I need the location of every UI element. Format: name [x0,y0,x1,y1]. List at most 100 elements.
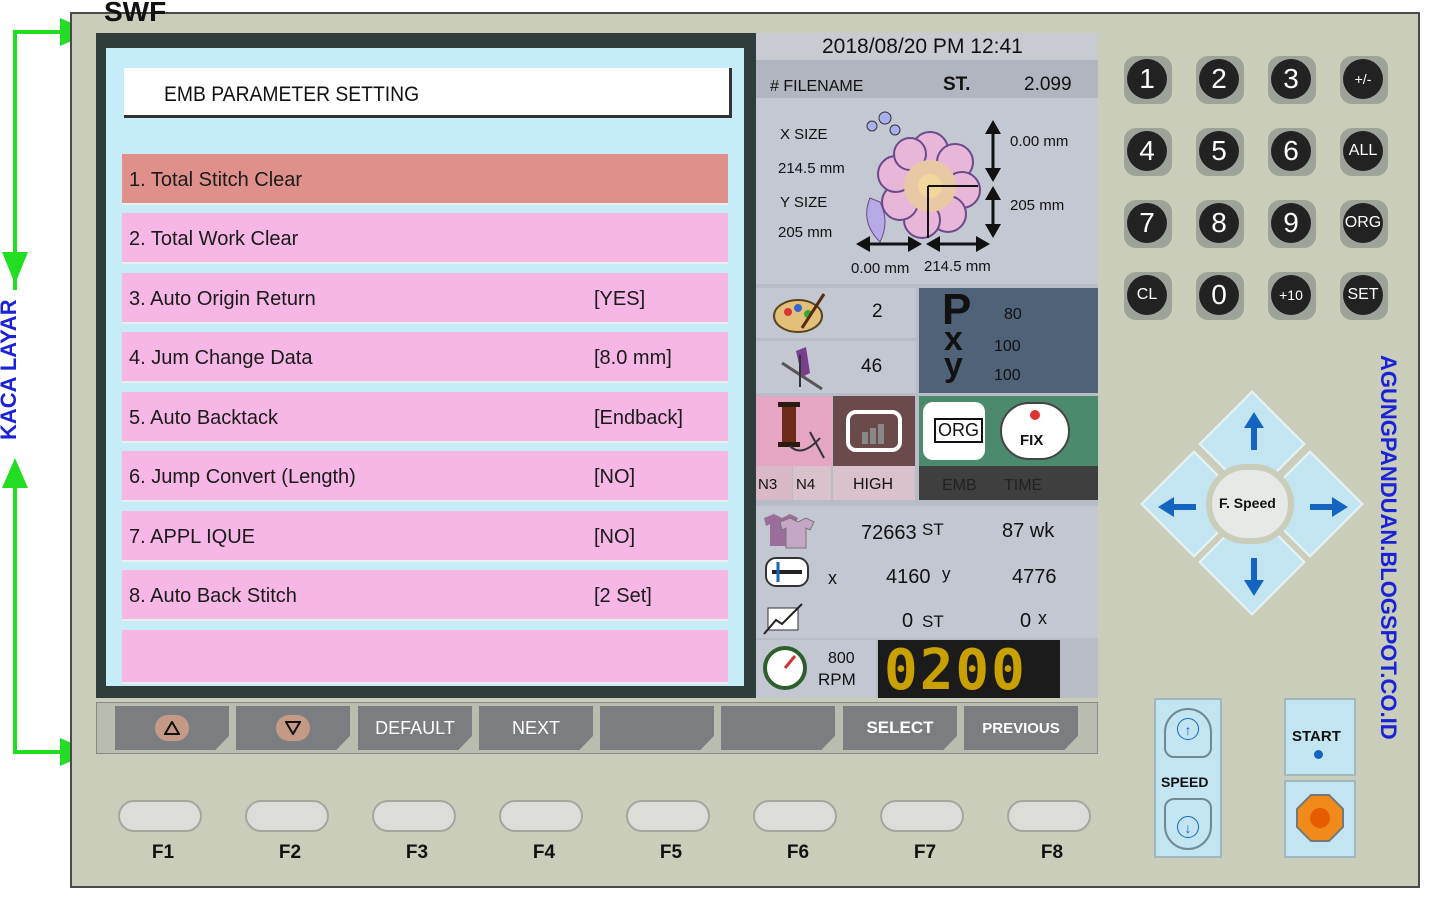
arrow-up-icon [1244,412,1264,450]
needle-count: 46 [861,356,883,377]
fix-label: FIX [1020,432,1044,449]
softkey-down[interactable] [236,706,350,750]
row-label: 8. Auto Back Stitch [129,585,297,607]
y-unit: y [942,564,951,583]
speed-up-icon: ↑ [1177,718,1199,740]
menu-row-total-work-clear[interactable]: 2. Total Work Clear [122,213,728,264]
softkey-blank-2[interactable] [721,706,835,750]
dim-bottom-right: 214.5 mm [924,258,991,275]
key-all[interactable]: ALL [1340,128,1388,176]
y-value: 100 [994,367,1021,384]
softkey-blank-1[interactable] [600,706,714,750]
fspeed-label: F. Speed [1219,495,1276,511]
current-stitch-unit: ST [922,612,944,631]
softkey-default[interactable]: DEFAULT [358,706,472,750]
key-set-label: SET [1343,275,1383,315]
key-3[interactable]: 3 [1268,56,1316,104]
f2-button[interactable] [245,800,329,832]
key-plus-minus-label: +/- [1343,59,1383,99]
emb-label: EMB [942,477,977,494]
key-org[interactable]: ORG [1340,200,1388,248]
menu-row-auto-origin-return[interactable]: 3. Auto Origin Return [YES] [122,273,728,324]
softkey-next[interactable]: NEXT [479,706,593,750]
f1-button[interactable] [118,800,202,832]
f5-button[interactable] [626,800,710,832]
total-stitch: 72663 [861,522,917,544]
total-stitch-unit: ST [922,520,944,539]
arrow-left-icon [1158,497,1196,517]
key-7-label: 7 [1127,203,1167,243]
menu-row-jump-convert[interactable]: 6. Jump Convert (Length) [NO] [122,451,728,502]
x-value: 100 [994,338,1021,355]
f6-label: F6 [786,842,810,863]
high-label: HIGH [853,476,893,493]
row-label: 7. APPL IQUE [129,526,255,548]
row-label: 1. Total Stitch Clear [129,169,303,191]
menu-row-total-stitch-clear[interactable]: 1. Total Stitch Clear [122,154,728,205]
x-size-value: 214.5 mm [778,160,845,177]
row-label: 6. Jump Convert (Length) [129,466,356,488]
datetime: 2018/08/20 PM 12:41 [822,35,1023,58]
rpm-label: RPM [818,670,856,689]
f4-button[interactable] [499,800,583,832]
key-5[interactable]: 5 [1196,128,1244,176]
key-plus-10[interactable]: +10 [1268,272,1316,320]
f1-label: F1 [151,842,175,863]
row-label: 2. Total Work Clear [129,228,299,250]
f7-button[interactable] [880,800,964,832]
y-size-value: 205 mm [778,224,833,241]
st-label: ST. [943,74,971,95]
f8-label: F8 [1040,842,1064,863]
arrow-down-icon [1244,558,1264,596]
row-label: 5. Auto Backtack [129,407,278,429]
filename-label: # FILENAME [770,78,864,95]
f6-button[interactable] [753,800,837,832]
key-2[interactable]: 2 [1196,56,1244,104]
menu-row-auto-back-stitch[interactable]: 8. Auto Back Stitch [2 Set] [122,570,728,621]
softkey-up[interactable] [115,706,229,750]
color-count: 2 [872,301,883,322]
org-label: ORG [934,418,984,443]
key-1[interactable]: 1 [1124,56,1172,104]
menu-row-empty[interactable] [122,630,728,684]
arrow-right-icon [1310,497,1348,517]
dim-bottom-left: 0.00 mm [851,260,910,277]
menu-row-applique[interactable]: 7. APPL IQUE [NO] [122,511,728,562]
annotation-blog-url: AGUNGPANDUAN.BLOGSPOT.CO.ID [1376,355,1401,740]
row-value: [Endback] [594,407,683,429]
key-6[interactable]: 6 [1268,128,1316,176]
key-set[interactable]: SET [1340,272,1388,320]
current-x: 0 [1020,610,1032,632]
counter-digits: 0200 [884,638,1027,703]
key-plus-minus[interactable]: +/- [1340,56,1388,104]
softkey-previous[interactable]: PREVIOUS [964,706,1078,750]
key-9[interactable]: 9 [1268,200,1316,248]
key-4[interactable]: 4 [1124,128,1172,176]
softkey-select[interactable]: SELECT [843,706,957,750]
current-x-unit: x [1038,608,1047,628]
stop-icon [1296,794,1344,842]
menu-row-auto-backtack[interactable]: 5. Auto Backtack [Endback] [122,392,728,443]
dim-mid-right: 205 mm [1010,197,1065,214]
x-unit: x [828,568,837,588]
key-org-label: ORG [1343,203,1383,243]
key-8[interactable]: 8 [1196,200,1244,248]
rpm-value: 800 [828,650,855,667]
key-7[interactable]: 7 [1124,200,1172,248]
triangle-up-icon [155,715,189,741]
triangle-down-icon [276,715,310,741]
key-0[interactable]: 0 [1196,272,1244,320]
work-count: 87 wk [1002,520,1055,542]
key-5-label: 5 [1199,131,1239,171]
menu-row-jump-change-data[interactable]: 4. Jum Change Data [8.0 mm] [122,332,728,383]
key-6-label: 6 [1271,131,1311,171]
key-cl[interactable]: CL [1124,272,1172,320]
key-all-label: ALL [1343,131,1383,171]
f3-button[interactable] [372,800,456,832]
f8-button[interactable] [1007,800,1091,832]
brand-logo: SWF [104,0,167,27]
annotation-kaca-layar: KACA LAYAR [0,299,21,440]
p-value: 80 [1004,306,1022,323]
row-label: 4. Jum Change Data [129,347,313,369]
key-2-label: 2 [1199,59,1239,99]
